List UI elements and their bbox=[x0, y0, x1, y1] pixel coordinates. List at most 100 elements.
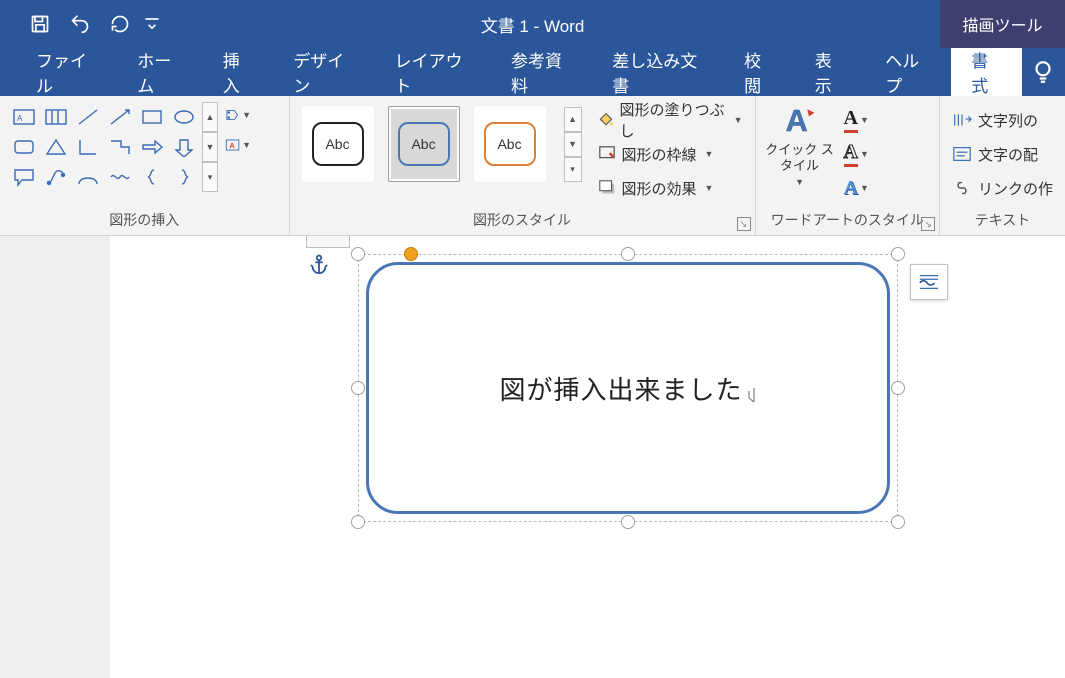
rounded-rectangle-shape[interactable]: 図が挿入出来ました bbox=[366, 262, 890, 514]
resize-handle-ne[interactable] bbox=[891, 247, 905, 261]
tab-file[interactable]: ファイル bbox=[16, 48, 117, 96]
text-direction-button[interactable]: 文字列の bbox=[948, 106, 1057, 134]
document-title: 文書 1 - Word bbox=[481, 12, 585, 37]
style-scroll-down[interactable]: ▼ bbox=[564, 132, 582, 157]
paragraph-mark-icon bbox=[743, 382, 757, 404]
shape-textbox-v[interactable] bbox=[40, 102, 72, 132]
style-thumb-2[interactable]: Abc bbox=[388, 106, 460, 182]
undo-icon bbox=[70, 14, 90, 34]
style-thumb-1[interactable]: Abc bbox=[302, 106, 374, 182]
redo-button[interactable] bbox=[100, 0, 140, 48]
text-effects-button[interactable]: A▼ bbox=[840, 174, 873, 202]
shape-wave[interactable] bbox=[104, 162, 136, 192]
tab-view[interactable]: 表示 bbox=[795, 48, 866, 96]
layout-options-icon bbox=[917, 271, 941, 293]
resize-handle-se[interactable] bbox=[891, 515, 905, 529]
save-icon bbox=[30, 14, 50, 34]
shape-arrow-right[interactable] bbox=[136, 132, 168, 162]
shape-arrow-down[interactable] bbox=[168, 132, 200, 162]
shape-fill-button[interactable]: 図形の塗りつぶし▼ bbox=[594, 106, 747, 134]
shape-l[interactable] bbox=[72, 132, 104, 162]
shape-text-content[interactable]: 図が挿入出来ました bbox=[499, 370, 756, 407]
resize-handle-s[interactable] bbox=[621, 515, 635, 529]
shape-brace-r[interactable] bbox=[168, 162, 200, 192]
shapes-gallery-scroll: ▲ ▼ ▾ bbox=[202, 102, 218, 192]
tab-design[interactable]: デザイン bbox=[273, 48, 374, 96]
create-link-button[interactable]: リンクの作 bbox=[948, 174, 1057, 202]
tab-home[interactable]: ホーム bbox=[117, 48, 202, 96]
shape-connector[interactable] bbox=[40, 162, 72, 192]
save-button[interactable] bbox=[20, 0, 60, 48]
shape-z[interactable] bbox=[104, 132, 136, 162]
tell-me-button[interactable] bbox=[1022, 48, 1065, 96]
resize-handle-nw[interactable] bbox=[351, 247, 365, 261]
paint-bucket-icon bbox=[598, 111, 614, 129]
svg-text:A: A bbox=[785, 104, 807, 138]
resize-handle-w[interactable] bbox=[351, 381, 365, 395]
shape-outline-button[interactable]: 図形の枠線▼ bbox=[594, 140, 747, 168]
text-outline-button[interactable]: A▼ bbox=[840, 140, 873, 168]
text-fill-button[interactable]: A▼ bbox=[840, 106, 873, 134]
shape-effects-button[interactable]: 図形の効果▼ bbox=[594, 174, 747, 202]
tab-references[interactable]: 参考資料 bbox=[491, 48, 592, 96]
resize-handle-sw[interactable] bbox=[351, 515, 365, 529]
text-effects-A-icon: A bbox=[844, 177, 858, 200]
anchor-icon bbox=[310, 254, 328, 281]
tab-layout[interactable]: レイアウト bbox=[375, 48, 492, 96]
shape-triangle[interactable] bbox=[40, 132, 72, 162]
shape-arrow-line[interactable] bbox=[104, 102, 136, 132]
qat-customize-button[interactable] bbox=[140, 0, 164, 48]
align-text-icon bbox=[952, 145, 972, 163]
shapes-scroll-up[interactable]: ▲ bbox=[202, 102, 218, 132]
group-label-styles: 図形のスタイル↘ bbox=[290, 209, 755, 235]
corner-adjust-handle[interactable] bbox=[404, 247, 418, 261]
resize-handle-e[interactable] bbox=[891, 381, 905, 395]
text-fill-A-icon: A bbox=[844, 107, 858, 133]
undo-button[interactable] bbox=[60, 0, 100, 48]
shape-textbox[interactable]: A bbox=[8, 102, 40, 132]
style-thumb-3[interactable]: Abc bbox=[474, 106, 546, 182]
wordart-A-icon: A bbox=[782, 102, 818, 138]
tab-format[interactable]: 書式 bbox=[951, 48, 1022, 96]
shapes-expand[interactable]: ▾ bbox=[202, 162, 218, 192]
draw-textbox-button[interactable]: A▼ bbox=[224, 132, 252, 158]
group-insert-shapes: A ▲ ▼ ▾ bbox=[0, 96, 290, 235]
shapes-scroll-down[interactable]: ▼ bbox=[202, 132, 218, 162]
title-bar: 文書 1 - Word 描画ツール bbox=[0, 0, 1065, 48]
page[interactable]: 図が挿入出来ました bbox=[110, 236, 1065, 678]
shapes-gallery[interactable]: A bbox=[8, 102, 200, 192]
wordart-launcher[interactable]: ↘ bbox=[921, 217, 935, 231]
shape-styles-launcher[interactable]: ↘ bbox=[737, 217, 751, 231]
style-scroll-up[interactable]: ▲ bbox=[564, 107, 582, 132]
tab-help[interactable]: ヘルプ bbox=[865, 48, 951, 96]
layout-options-button[interactable] bbox=[910, 264, 948, 300]
tab-mailings[interactable]: 差し込み文書 bbox=[592, 48, 724, 96]
quickstyle-button[interactable]: A クイック スタイル ▼ bbox=[764, 102, 836, 187]
quick-access-toolbar bbox=[0, 0, 164, 48]
svg-text:A: A bbox=[17, 114, 23, 123]
tab-insert[interactable]: 挿入 bbox=[203, 48, 274, 96]
ruler-indent-mark[interactable] bbox=[306, 236, 350, 248]
edit-shape-icon bbox=[225, 105, 240, 125]
shape-brace-l[interactable] bbox=[136, 162, 168, 192]
shape-style-gallery[interactable]: Abc Abc Abc ▲ ▼ ▾ bbox=[298, 102, 586, 186]
shape-arc[interactable] bbox=[72, 162, 104, 192]
redo-icon bbox=[110, 14, 130, 34]
text-direction-icon bbox=[952, 111, 972, 129]
edit-shape-button[interactable]: ▼ bbox=[224, 102, 252, 128]
text-align-button[interactable]: 文字の配 bbox=[948, 140, 1057, 168]
shape-rectangle[interactable] bbox=[136, 102, 168, 132]
ribbon-tabs: ファイル ホーム 挿入 デザイン レイアウト 参考資料 差し込み文書 校閲 表示… bbox=[0, 48, 1065, 96]
ribbon: A ▲ ▼ ▾ bbox=[0, 96, 1065, 236]
svg-text:A: A bbox=[229, 141, 235, 150]
shape-oval[interactable] bbox=[168, 102, 200, 132]
effects-icon bbox=[598, 179, 616, 197]
shape-line[interactable] bbox=[72, 102, 104, 132]
lightbulb-icon bbox=[1030, 59, 1056, 85]
shape-callout[interactable] bbox=[8, 162, 40, 192]
style-expand[interactable]: ▾ bbox=[564, 157, 582, 182]
shape-rounded-rect[interactable] bbox=[8, 132, 40, 162]
selected-shape[interactable]: 図が挿入出来ました bbox=[358, 254, 898, 522]
tab-review[interactable]: 校閲 bbox=[724, 48, 795, 96]
resize-handle-n[interactable] bbox=[621, 247, 635, 261]
